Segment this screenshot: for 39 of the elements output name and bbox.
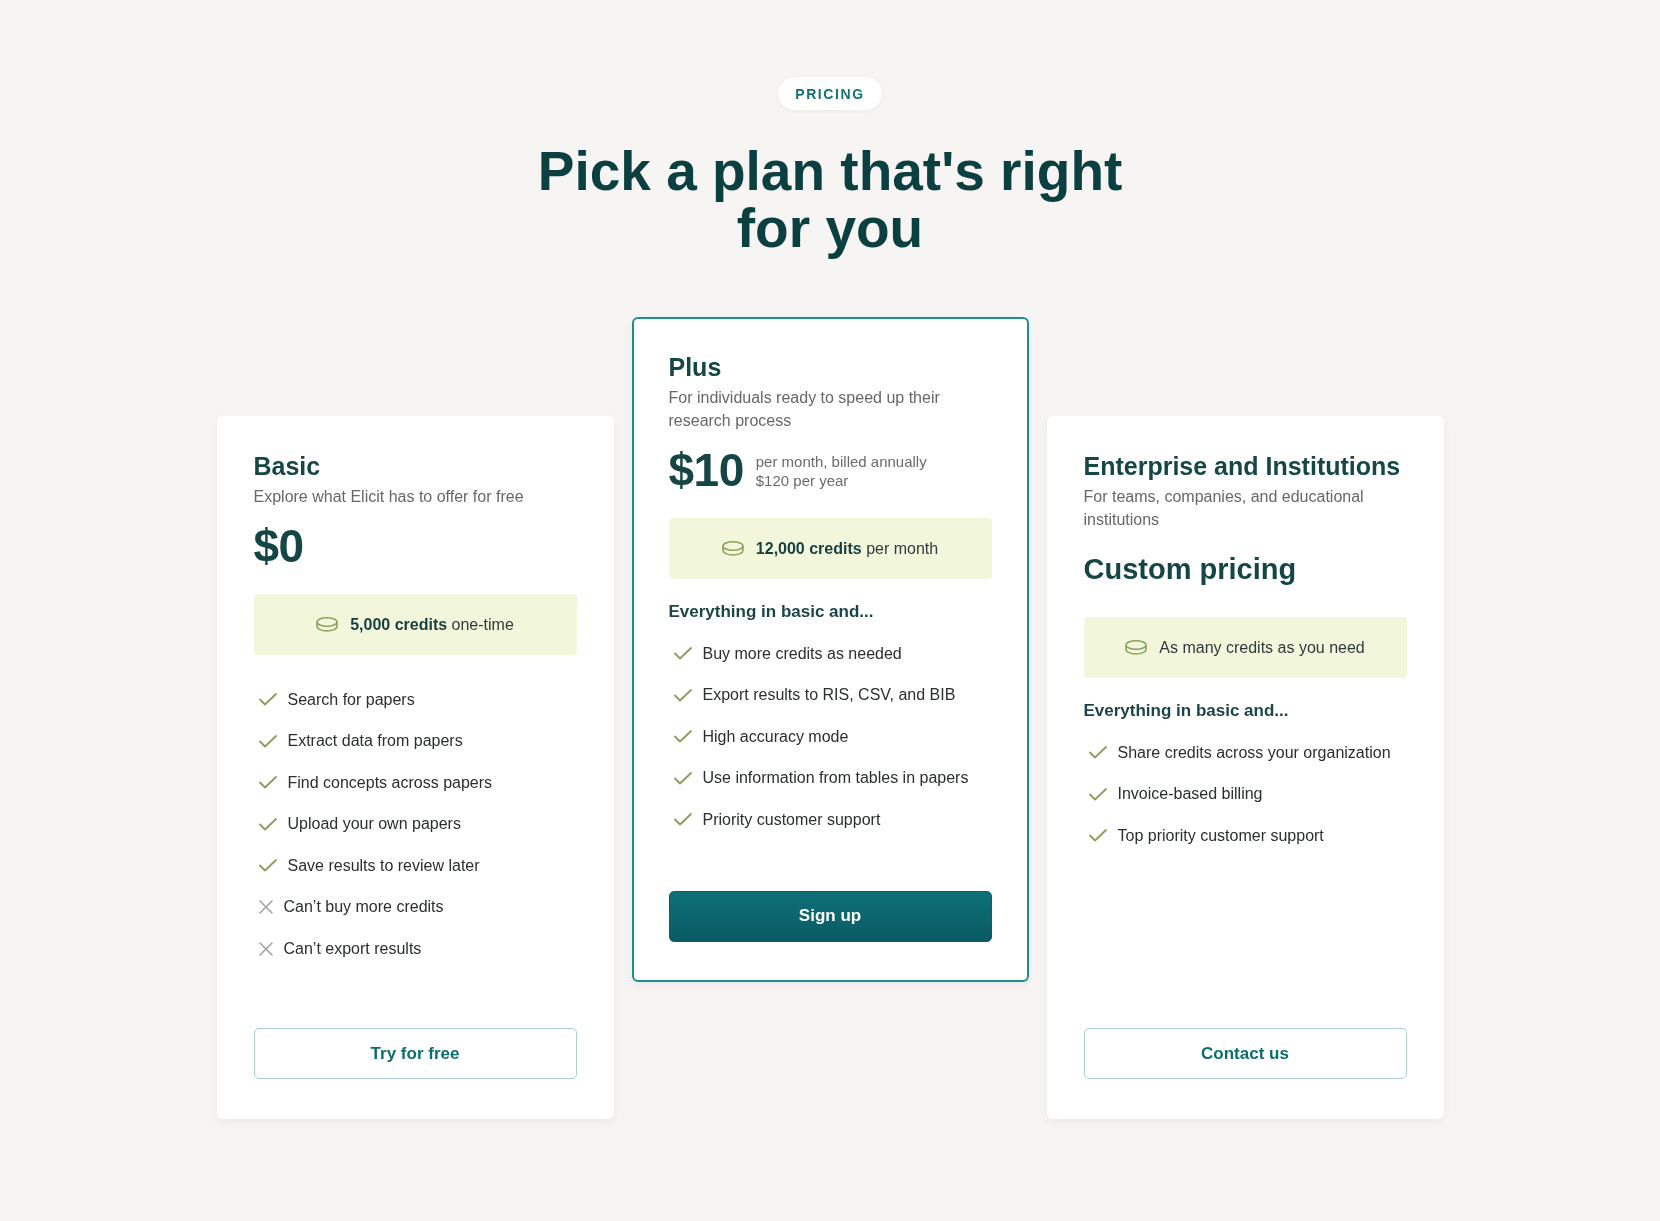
coins-icon: [316, 617, 339, 632]
feature-text: Top priority customer support: [1117, 826, 1324, 845]
feature-text: Can’t buy more credits: [283, 898, 444, 917]
feature-text: Export results to RIS, CSV, and BIB: [702, 686, 956, 705]
plan-button[interactable]: Sign up: [668, 890, 992, 942]
plan-name: Basic: [253, 451, 322, 481]
feature-text: Search for papers: [287, 690, 415, 709]
feature-text: Can’t export results: [283, 939, 422, 958]
feature-text: Share credits across your organization: [1117, 743, 1391, 762]
features-heading: Everything in basic and...: [1083, 700, 1290, 722]
feature-text: Upload your own papers: [287, 815, 461, 834]
plan-name: Plus: [668, 352, 723, 382]
credits-text: As many credits as you need: [1159, 638, 1365, 657]
feature-text: Priority customer support: [702, 810, 881, 829]
plan-price: Custom pricing: [1083, 552, 1297, 587]
features-heading: Everything in basic and...: [668, 601, 875, 623]
price-note: per month, billed annually: [755, 452, 927, 471]
feature-text: Save results to review later: [287, 856, 480, 875]
plan-price: $10: [668, 443, 744, 498]
price-note: $120 per year: [755, 471, 850, 490]
feature-text: Invoice-based billing: [1117, 785, 1263, 804]
coins-icon: [1125, 640, 1148, 655]
credits-text: 12,000 credits per month: [755, 539, 939, 558]
feature-text: Use information from tables in papers: [702, 769, 969, 788]
plan-button[interactable]: Contact us: [1083, 1028, 1407, 1079]
feature-text: Buy more credits as needed: [702, 644, 902, 663]
credits-text: 5,000 credits one-time: [350, 615, 514, 634]
page-heading: Pick a plan that's right for you: [536, 143, 1124, 257]
plan-description: For teams, companies, and educational institutions: [1083, 487, 1365, 530]
plan-name: Enterprise and Institutions: [1083, 451, 1402, 481]
feature-text: Extract data from papers: [287, 732, 463, 751]
plan-description: For individuals ready to speed up their research process: [668, 388, 941, 431]
feature-text: High accuracy mode: [702, 727, 849, 746]
coins-icon: [721, 541, 744, 556]
plan-price: $0: [253, 519, 304, 574]
plan-button[interactable]: Try for free: [253, 1028, 577, 1079]
feature-text: Find concepts across papers: [287, 773, 493, 792]
section-tag: PRICING: [778, 77, 882, 110]
plan-description: Explore what Elicit has to offer for free: [253, 487, 525, 507]
